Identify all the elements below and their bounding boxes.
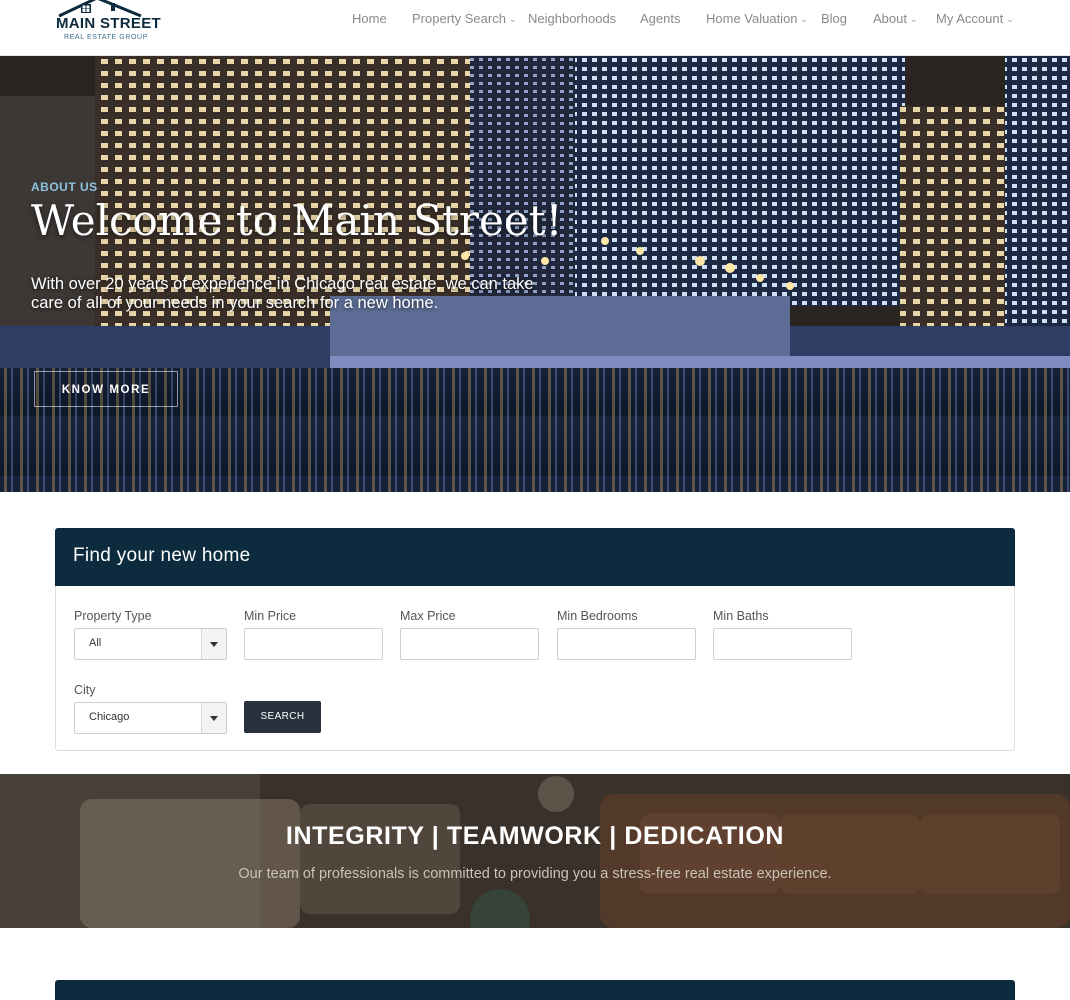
hero-description: With over 20 years of experience in Chic…	[31, 275, 534, 312]
min-bedrooms-label: Min Bedrooms	[557, 609, 638, 623]
nav-about[interactable]: About ⌄	[873, 11, 918, 26]
hero-eyebrow: ABOUT US	[31, 180, 98, 194]
site-header: MAIN STREET REAL ESTATE GROUP Home Prope…	[0, 0, 1070, 56]
min-baths-label: Min Baths	[713, 609, 769, 623]
chevron-down-icon: ⌄	[1006, 14, 1014, 24]
nav-blog-label: Blog	[821, 11, 848, 26]
nav-property-search[interactable]: Property Search ⌄	[412, 11, 516, 26]
search-panel: Find your new home Property Type All Min…	[55, 528, 1015, 751]
main-nav: Home Property Search ⌄ Neighborhoods Agen…	[0, 11, 1070, 27]
nav-my-account-label: My Account	[936, 11, 1004, 26]
property-type-select[interactable]: All	[74, 628, 227, 660]
hero-title: Welcome to Main Street!	[31, 196, 563, 245]
values-overlay	[0, 774, 1070, 928]
nav-neighborhoods[interactable]: Neighborhoods	[528, 11, 616, 26]
chevron-down-icon: ⌄	[508, 14, 517, 24]
chevron-down-icon: ⌄	[909, 14, 918, 24]
brand-tagline: REAL ESTATE GROUP	[64, 34, 148, 41]
nav-home[interactable]: Home	[352, 11, 387, 26]
caret-down-icon	[201, 703, 226, 733]
hero-banner: ABOUT US Welcome to Main Street! With ov…	[0, 56, 1070, 492]
max-price-label: Max Price	[400, 609, 456, 623]
values-title: INTEGRITY | TEAMWORK | DEDICATION	[285, 822, 785, 850]
min-price-input[interactable]	[244, 628, 383, 660]
search-button[interactable]: SEARCH	[244, 701, 321, 733]
nav-agents[interactable]: Agents	[640, 11, 680, 26]
nav-property-search-label: Property Search	[412, 11, 506, 26]
nav-blog[interactable]: Blog	[821, 11, 847, 26]
city-skyline-image	[0, 56, 1070, 492]
search-panel-title: Find your new home	[73, 545, 251, 566]
nav-about-label: About	[873, 11, 907, 26]
nav-home-valuation[interactable]: Home Valuation ⌄	[706, 11, 808, 26]
chevron-down-icon: ⌄	[800, 14, 809, 24]
values-subtitle: Our team of professionals is committed t…	[238, 866, 832, 882]
property-type-value: All	[89, 637, 102, 649]
property-type-label: Property Type	[74, 609, 152, 623]
nav-home-valuation-label: Home Valuation	[706, 11, 798, 26]
city-select[interactable]: Chicago	[74, 702, 227, 734]
max-price-input[interactable]	[400, 628, 539, 660]
know-more-button[interactable]: KNOW MORE	[34, 371, 178, 407]
next-section-header	[55, 980, 1015, 1000]
city-value: Chicago	[89, 711, 130, 723]
min-baths-input[interactable]	[713, 628, 852, 660]
search-panel-header: Find your new home	[55, 528, 1015, 586]
nav-neighborhoods-label: Neighborhoods	[528, 11, 617, 26]
min-bedrooms-input[interactable]	[557, 628, 696, 660]
values-banner: INTEGRITY | TEAMWORK | DEDICATION Our te…	[0, 774, 1070, 928]
nav-home-label: Home	[352, 11, 387, 26]
city-label: City	[74, 683, 96, 697]
nav-my-account[interactable]: My Account ⌄	[936, 11, 1014, 26]
caret-down-icon	[201, 629, 226, 659]
nav-agents-label: Agents	[640, 11, 681, 26]
min-price-label: Min Price	[244, 609, 297, 623]
